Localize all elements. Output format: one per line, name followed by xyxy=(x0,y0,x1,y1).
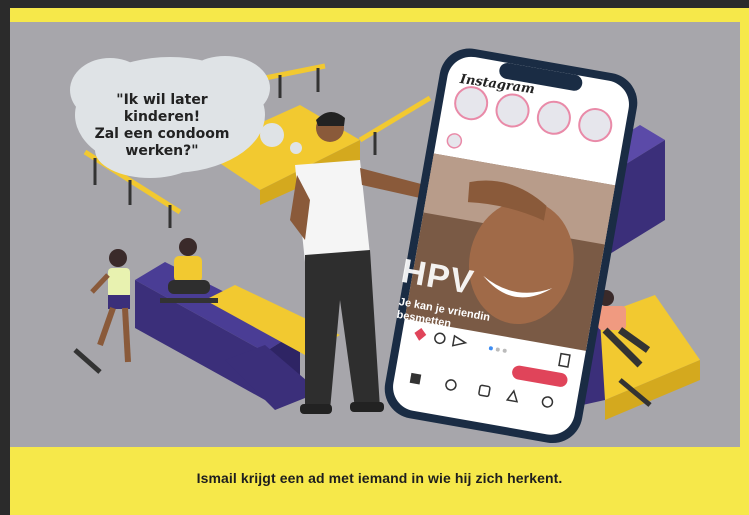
speech-line-2: Zal een condoom xyxy=(94,126,230,142)
skate-rail-top xyxy=(264,63,326,98)
speech-line-1: "Ik wil later kinderen! xyxy=(116,92,208,125)
skater-girl xyxy=(73,249,131,374)
scene-illustration xyxy=(70,48,700,444)
illustration-frame: "Ik wil later kinderen! Zal een condoom … xyxy=(0,0,749,515)
speech-bubble-text: "Ik wil later kinderen! Zal een condoom … xyxy=(92,92,232,160)
speech-line-3: werken?" xyxy=(125,143,199,159)
caption-text: Ismail krijgt een ad met iemand in wie h… xyxy=(196,470,563,486)
skate-rail-right xyxy=(358,95,432,155)
caption-band: Ismail krijgt een ad met iemand in wie h… xyxy=(10,447,749,515)
